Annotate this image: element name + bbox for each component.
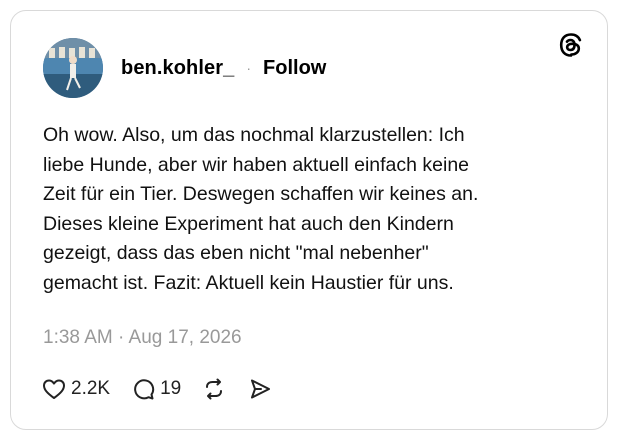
heart-icon [41,376,67,402]
threads-logo-icon[interactable] [557,31,585,59]
post-card: ben.kohler_ · Follow Oh wow. Also, um da… [10,10,608,430]
post-header: ben.kohler_ · Follow [43,38,326,98]
post-text: Oh wow. Also, um das nochmal klarzustell… [43,124,479,294]
reply-button[interactable]: 19 [130,376,181,402]
share-button[interactable] [247,376,273,402]
reply-count: 19 [160,378,182,399]
repost-button[interactable] [201,376,227,402]
follow-button[interactable]: Follow [263,57,326,80]
like-button[interactable]: 2.2K [41,376,110,402]
username[interactable]: ben.kohler_ [121,57,234,80]
avatar[interactable] [43,38,103,98]
action-bar: 2.2K 19 [41,374,293,404]
send-icon [247,376,273,402]
post-timestamp[interactable]: 1:38 AM · Aug 17, 2026 [43,327,242,349]
comment-icon [130,376,156,402]
like-count: 2.2K [71,378,111,399]
separator-dot: · [246,60,252,76]
repost-icon [201,376,227,402]
